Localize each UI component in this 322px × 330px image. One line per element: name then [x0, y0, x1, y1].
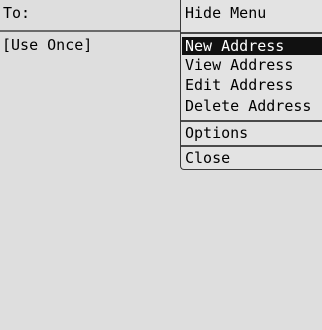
menu-item-view-address[interactable]: View Address: [185, 56, 293, 74]
menu-item-edit-address[interactable]: Edit Address: [185, 76, 293, 94]
address-picker-screen: To: [Use Once] Hide Menu New Address Vie…: [0, 0, 322, 330]
menu-item-delete-address[interactable]: Delete Address: [185, 97, 311, 115]
context-menu: Hide Menu New Address View Address Edit …: [180, 0, 322, 170]
to-label: To:: [3, 4, 31, 22]
menu-item-options[interactable]: Options: [185, 124, 248, 142]
to-divider: [0, 30, 182, 32]
menu-item-new-address[interactable]: New Address: [185, 37, 284, 55]
menu-divider: [181, 32, 322, 34]
menu-item-close[interactable]: Close: [185, 149, 230, 167]
menu-divider: [181, 145, 322, 147]
menu-item-hide-menu[interactable]: Hide Menu: [185, 4, 266, 22]
use-once-option[interactable]: [Use Once]: [2, 36, 92, 54]
menu-divider: [181, 120, 322, 122]
